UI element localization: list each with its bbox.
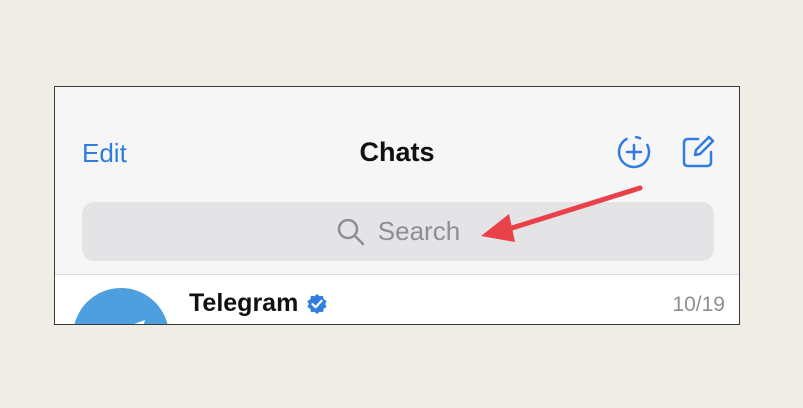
verified-badge-icon bbox=[307, 293, 327, 314]
telegram-app-screen: Edit Chats Search Telegram 10/19 bbox=[54, 86, 740, 325]
chat-list: Telegram 10/19 bbox=[55, 275, 739, 324]
new-story-button[interactable] bbox=[614, 132, 654, 172]
chat-date: 10/19 bbox=[672, 293, 725, 316]
compose-icon bbox=[682, 135, 715, 168]
telegram-logo-icon bbox=[134, 320, 145, 324]
search-placeholder: Search bbox=[377, 216, 461, 246]
chat-title-wrap: Telegram bbox=[189, 289, 328, 318]
avatar bbox=[73, 288, 169, 324]
search-icon bbox=[337, 218, 365, 245]
chat-name: Telegram bbox=[189, 289, 299, 317]
compose-button[interactable] bbox=[678, 132, 718, 172]
search-bar[interactable]: Search bbox=[82, 202, 714, 261]
add-story-icon bbox=[617, 135, 651, 169]
chat-row-telegram[interactable]: Telegram 10/19 bbox=[55, 275, 739, 324]
chats-header: Edit Chats Search bbox=[55, 87, 739, 275]
